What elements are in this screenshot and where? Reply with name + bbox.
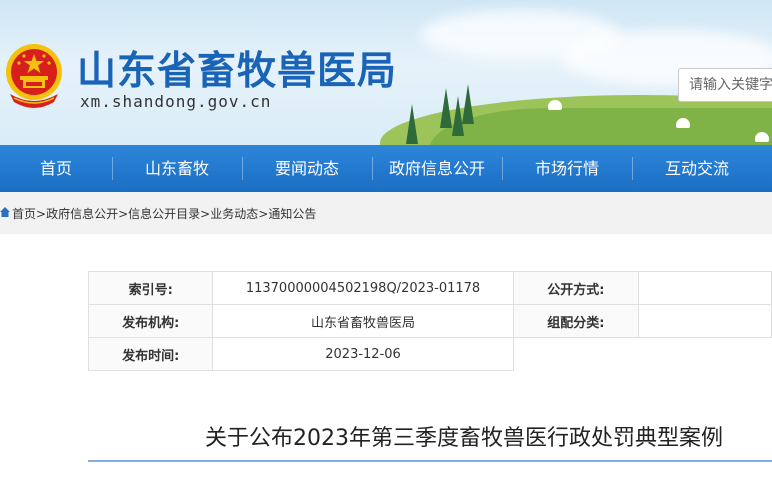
breadcrumb-item-catalog[interactable]: 信息公开目录: [128, 207, 200, 221]
breadcrumb-item-notice[interactable]: 通知公告: [268, 207, 316, 221]
publish-date-label: 发布时间:: [87, 337, 214, 371]
category-value: [638, 304, 772, 338]
tree-decoration: [462, 84, 474, 124]
breadcrumb-item-home[interactable]: 首页: [12, 207, 36, 221]
nav-item-home[interactable]: 首页: [0, 145, 112, 192]
table-row: 索引号: 11370000004502198Q/2023-01178 公开方式:: [87, 271, 772, 305]
publish-method-label: 公开方式:: [512, 271, 640, 305]
empty-cell: [513, 338, 638, 371]
nav-item-shandong-husbandry[interactable]: 山东畜牧: [112, 145, 242, 192]
nav-item-news[interactable]: 要闻动态: [242, 145, 372, 192]
yurt-decoration: [548, 100, 562, 110]
tree-decoration: [406, 104, 418, 144]
breadcrumb-trail: 首页>政府信息公开>信息公开目录>业务动态>通知公告: [12, 205, 316, 222]
breadcrumb-separator: >: [118, 207, 129, 221]
document-info-table: 索引号: 11370000004502198Q/2023-01178 公开方式:…: [87, 271, 772, 371]
national-emblem-icon: [6, 44, 62, 108]
breadcrumb-item-gov-info[interactable]: 政府信息公开: [46, 207, 118, 221]
empty-cell: [639, 338, 772, 371]
publish-method-value: [638, 271, 772, 305]
breadcrumb-separator: >: [258, 207, 269, 221]
publisher-value: 山东省畜牧兽医局: [212, 304, 514, 338]
site-header: 山东省畜牧兽医局 xm.shandong.gov.cn 请输入关键字: [0, 0, 772, 145]
breadcrumb: 首页>政府信息公开>信息公开目录>业务动态>通知公告: [0, 192, 772, 234]
site-title[interactable]: 山东省畜牧兽医局: [77, 40, 397, 96]
table-row: 发布机构: 山东省畜牧兽医局 组配分类:: [87, 304, 772, 338]
tree-decoration: [440, 88, 452, 128]
index-value: 11370000004502198Q/2023-01178: [212, 271, 514, 305]
home-icon: [0, 207, 10, 217]
site-domain: xm.shandong.gov.cn: [80, 92, 272, 111]
nav-item-market[interactable]: 市场行情: [502, 145, 632, 192]
publisher-label: 发布机构:: [87, 304, 214, 338]
table-row: 发布时间: 2023-12-06: [87, 337, 772, 371]
breadcrumb-item-business[interactable]: 业务动态: [210, 207, 258, 221]
nav-item-interaction[interactable]: 互动交流: [632, 145, 762, 192]
article-title: 关于公布2023年第三季度畜牧兽医行政处罚典型案例: [205, 426, 723, 451]
yurt-decoration: [676, 118, 690, 128]
main-nav: 首页 山东畜牧 要闻动态 政府信息公开 市场行情 互动交流: [0, 145, 772, 192]
publish-date-value: 2023-12-06: [212, 337, 514, 371]
yurt-decoration: [755, 132, 769, 142]
title-divider: [88, 460, 772, 462]
breadcrumb-separator: >: [36, 207, 47, 221]
search-input[interactable]: 请输入关键字: [678, 68, 772, 102]
category-label: 组配分类:: [512, 304, 640, 338]
breadcrumb-separator: >: [200, 207, 211, 221]
nav-item-gov-info-disclosure[interactable]: 政府信息公开: [372, 145, 502, 192]
index-label: 索引号:: [87, 271, 214, 305]
